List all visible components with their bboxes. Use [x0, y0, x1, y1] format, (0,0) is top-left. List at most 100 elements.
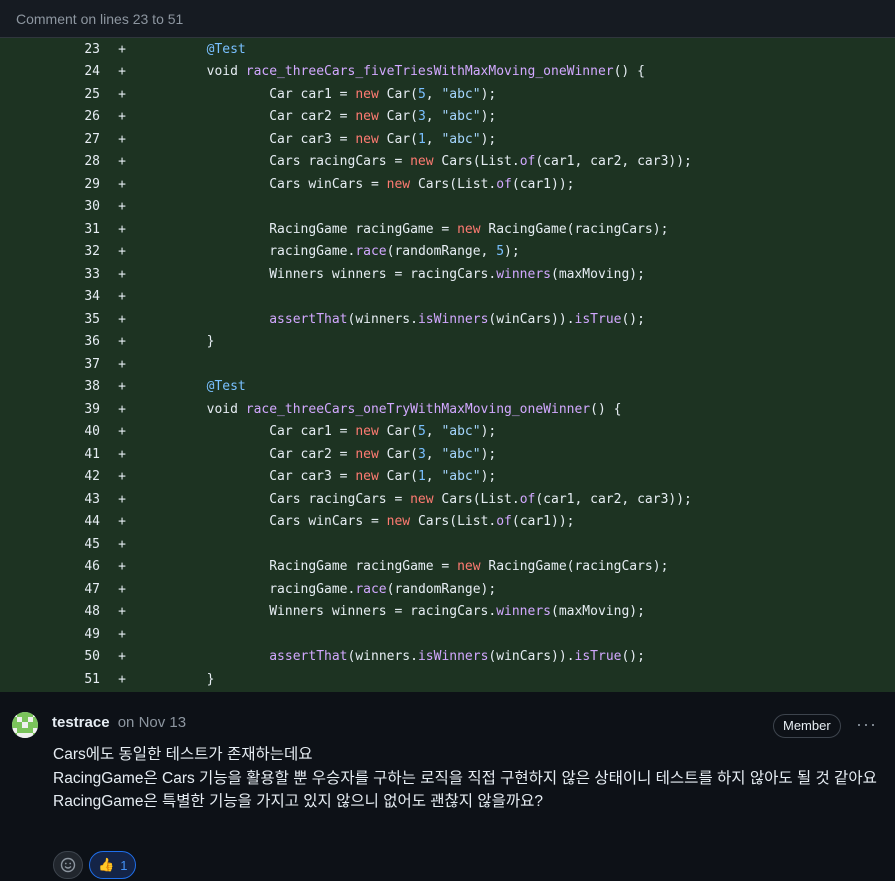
line-number[interactable]: 43 — [0, 492, 100, 507]
comment-paragraph: RacingGame은 특별한 기능을 가지고 있지 않으니 없어도 괜찮지 않… — [53, 793, 544, 810]
code-token: 3 — [417, 109, 426, 125]
line-number[interactable]: 45 — [0, 537, 100, 552]
code-token: new — [386, 176, 411, 192]
line-number[interactable]: 26 — [0, 109, 100, 124]
code-token: Car car1 = — [144, 424, 356, 440]
code-token: void — [144, 64, 246, 80]
code-token: (randomRange); — [386, 581, 497, 597]
diff-line: 35 + assertThat(winners.isWinners(winCars… — [0, 308, 895, 331]
diff-line: 39 + void race_threeCars_oneTryWithMaxMov… — [0, 398, 895, 421]
line-number[interactable]: 36 — [0, 334, 100, 349]
line-number[interactable]: 37 — [0, 357, 100, 372]
thumbs-up-reaction[interactable]: 👍 1 — [89, 851, 137, 879]
diff-line: 26 + Car car2 = new Car(3, "abc"); — [0, 106, 895, 129]
code-token: Cars(List. — [433, 491, 520, 507]
line-number[interactable]: 40 — [0, 424, 100, 439]
diff-line: 48 + Winners winners = racingCars.winners… — [0, 601, 895, 624]
line-number[interactable]: 46 — [0, 559, 100, 574]
line-number[interactable]: 34 — [0, 289, 100, 304]
diff-line: 40 + Car car1 = new Car(5, "abc"); — [0, 421, 895, 444]
diff-added-marker: + — [118, 109, 126, 125]
add-reaction-button[interactable] — [53, 851, 83, 879]
code-text: assertThat(winners.isWinners(winCars)).i… — [144, 312, 645, 327]
code-token: Car( — [378, 446, 418, 462]
code-token: "abc" — [441, 469, 481, 485]
code-text: Car car3 = new Car(1, "abc"); — [144, 469, 496, 484]
code-token: "abc" — [441, 131, 481, 147]
line-number[interactable]: 49 — [0, 627, 100, 642]
line-number[interactable]: 29 — [0, 177, 100, 192]
code-token: ); — [480, 131, 497, 147]
review-header: Comment on lines 23 to 51 — [0, 0, 895, 38]
code-token: , — [425, 86, 442, 102]
code-text: Cars racingCars = new Cars(List.of(car1,… — [144, 492, 692, 507]
diff-line: 46 + RacingGame racingGame = new RacingGa… — [0, 556, 895, 579]
code-token: 5 — [496, 244, 505, 260]
comment-author[interactable]: testrace — [52, 714, 110, 731]
line-number[interactable]: 39 — [0, 402, 100, 417]
code-token: RacingGame racingGame = — [144, 559, 458, 575]
code-token: race_threeCars_oneTryWithMaxMoving_oneWi… — [245, 401, 591, 417]
code-token: new — [355, 131, 379, 147]
code-token: "abc" — [441, 109, 481, 125]
line-number[interactable]: 50 — [0, 649, 100, 664]
code-token: ); — [480, 446, 497, 462]
line-number[interactable]: 41 — [0, 447, 100, 462]
line-number[interactable]: 42 — [0, 469, 100, 484]
code-token: assertThat — [269, 311, 348, 327]
diff-added-marker: + — [118, 424, 126, 440]
diff-line: 30 + — [0, 196, 895, 219]
line-number[interactable]: 28 — [0, 154, 100, 169]
code-token: ); — [480, 469, 497, 485]
code-token: Cars racingCars = — [144, 491, 411, 507]
code-text: Cars winCars = new Cars(List.of(car1)); — [144, 514, 574, 530]
code-token: new — [410, 491, 434, 507]
line-number[interactable]: 32 — [0, 244, 100, 259]
line-number[interactable]: 24 — [0, 64, 100, 79]
line-number[interactable]: 27 — [0, 132, 100, 147]
avatar[interactable] — [12, 712, 38, 738]
diff-added-marker: + — [118, 86, 126, 102]
code-token: Winners winners = racingCars. — [144, 266, 497, 282]
line-number[interactable]: 35 — [0, 312, 100, 327]
code-token: racingGame. — [144, 581, 356, 597]
line-number[interactable]: 33 — [0, 267, 100, 282]
code-token: Cars(List. — [410, 176, 497, 192]
code-token: isWinners — [417, 649, 489, 665]
code-token: , — [425, 469, 442, 485]
code-token: ); — [480, 86, 497, 102]
line-number[interactable]: 23 — [0, 42, 100, 57]
more-options-icon[interactable]: ··· — [856, 714, 877, 735]
line-number[interactable]: 51 — [0, 672, 100, 687]
comment-date[interactable]: on Nov 13 — [118, 714, 186, 731]
line-number[interactable]: 48 — [0, 604, 100, 619]
code-token: (car1)); — [511, 176, 575, 192]
line-number[interactable]: 30 — [0, 199, 100, 214]
diff-added-marker: + — [118, 221, 126, 237]
code-token: racingGame. — [144, 244, 356, 260]
code-token: of — [496, 514, 512, 530]
code-token: 1 — [417, 131, 426, 147]
code-text: Car car2 = new Car(3, "abc"); — [144, 109, 496, 124]
code-token: of — [519, 491, 536, 507]
code-text: } — [144, 334, 215, 350]
comment-body: Cars에도 동일한 테스트가 존재하는데요 RacingGame은 Cars … — [53, 743, 883, 814]
code-token: new — [355, 469, 379, 485]
line-number[interactable]: 47 — [0, 582, 100, 597]
code-token: , — [425, 131, 442, 147]
code-token: } — [144, 334, 215, 350]
code-token: RacingGame(racingCars); — [480, 221, 669, 237]
line-number[interactable]: 38 — [0, 379, 100, 394]
code-token: (); — [621, 311, 645, 327]
line-number[interactable]: 25 — [0, 87, 100, 102]
diff-line: 41 + Car car2 = new Car(3, "abc"); — [0, 443, 895, 466]
line-number[interactable]: 44 — [0, 514, 100, 529]
line-number[interactable]: 31 — [0, 222, 100, 237]
code-token: new — [355, 109, 379, 125]
code-token: @Test — [206, 41, 246, 57]
code-token: } — [144, 671, 215, 687]
review-header-title: Comment on lines 23 to 51 — [16, 10, 184, 27]
reaction-count: 1 — [120, 857, 128, 873]
code-token: of — [519, 154, 536, 170]
